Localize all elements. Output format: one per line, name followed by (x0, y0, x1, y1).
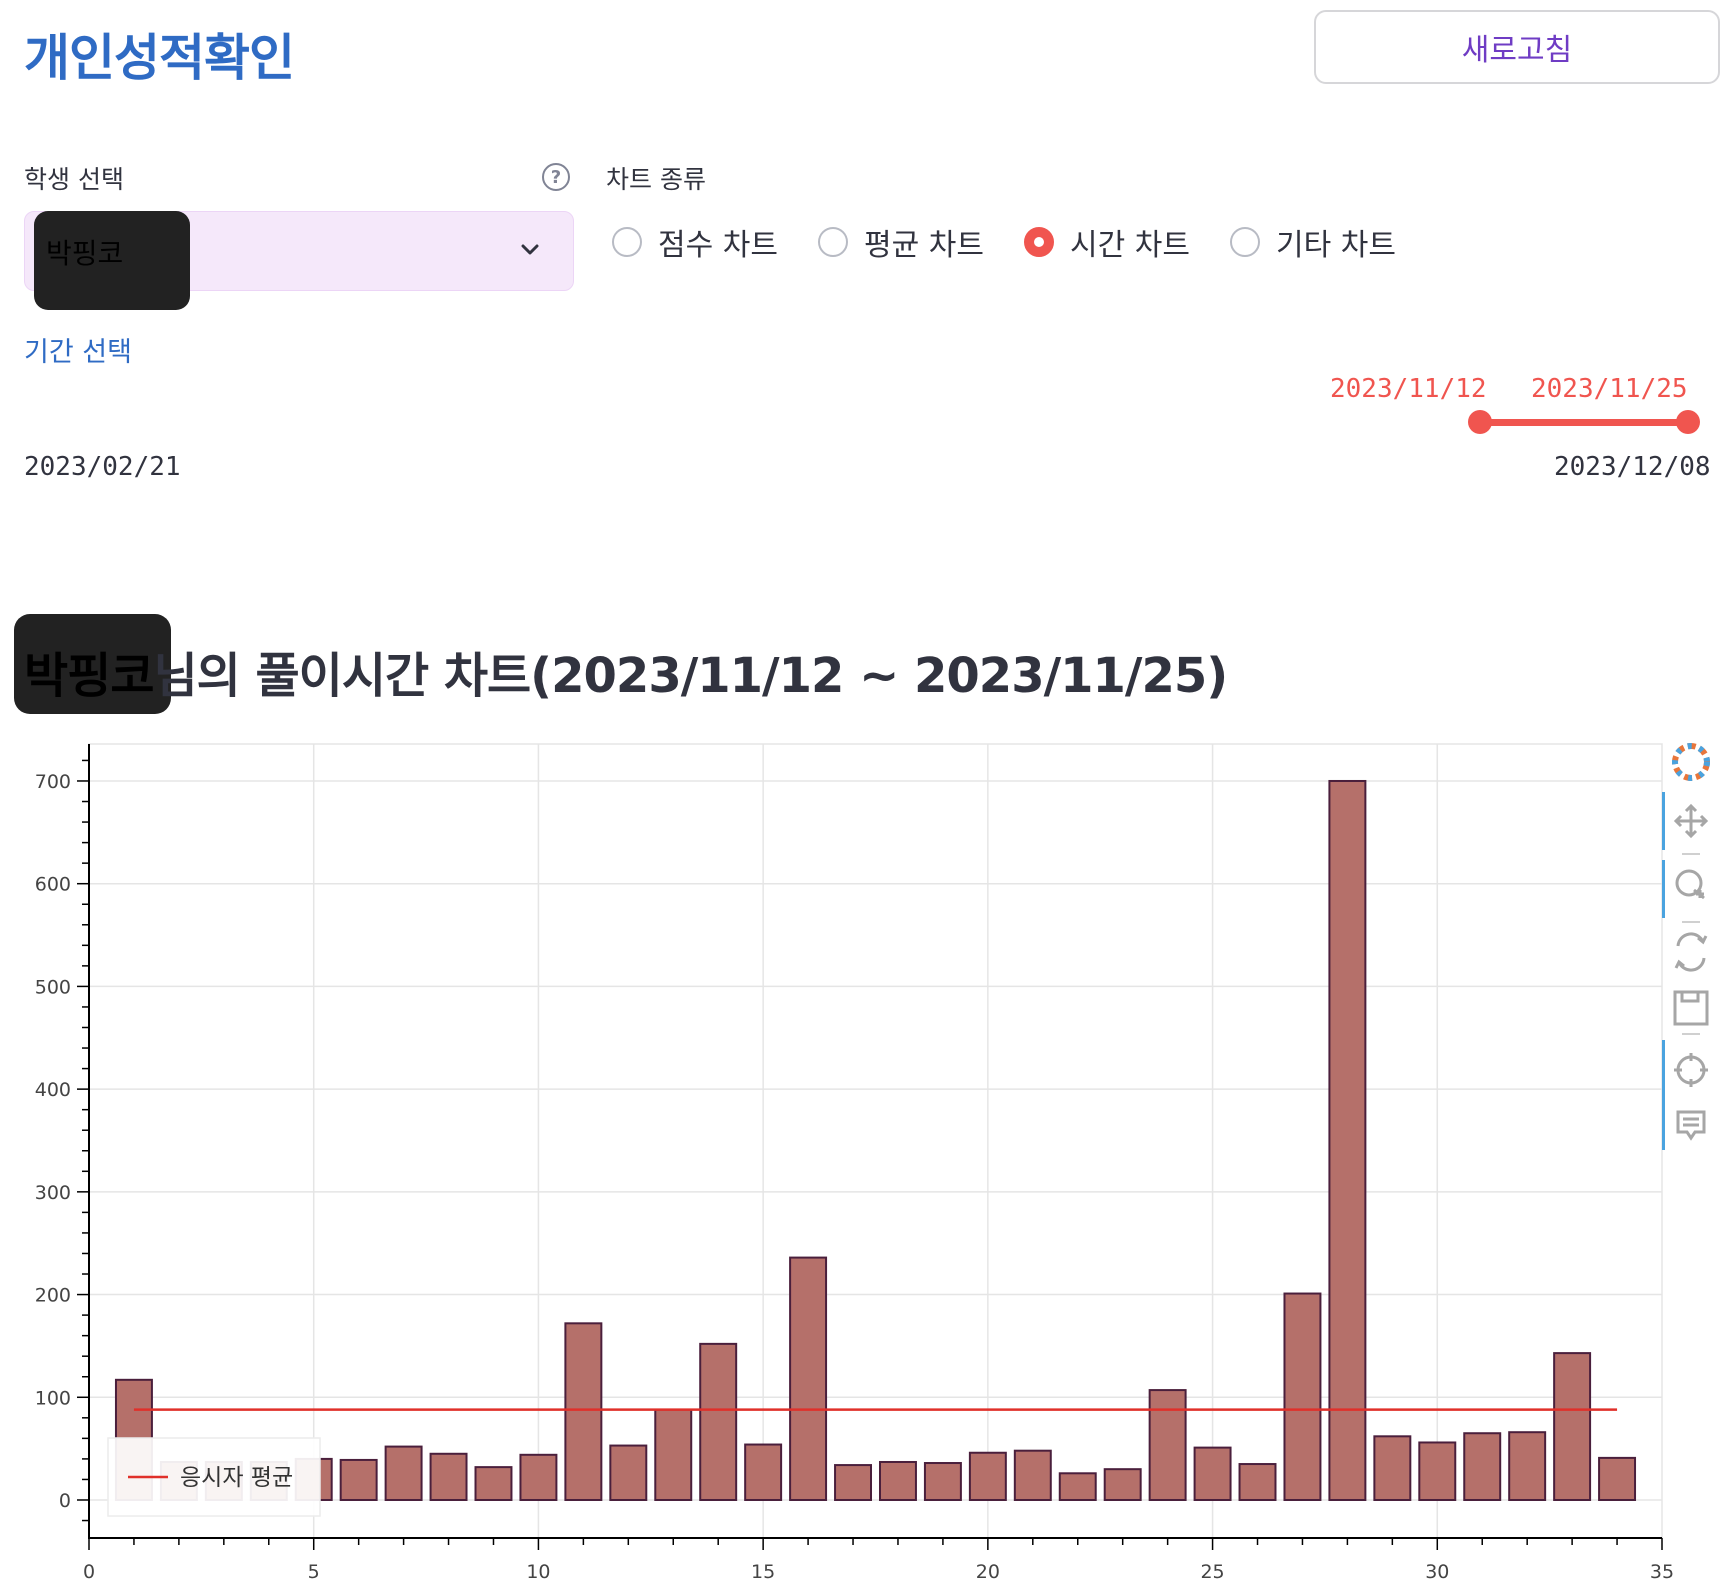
refresh-button[interactable]: 새로고침 (1314, 10, 1720, 84)
bar-11[interactable] (564, 1322, 603, 1501)
y-tick-label: 600 (35, 874, 71, 896)
radio-time-chart[interactable]: 시간 차트 (1024, 222, 1190, 263)
bar-24[interactable] (1148, 1389, 1187, 1501)
bar-21[interactable] (1013, 1449, 1052, 1501)
wheel-zoom-icon[interactable] (1675, 869, 1705, 900)
chart-toolbar (1662, 743, 1710, 1150)
bar-13[interactable] (654, 1408, 693, 1501)
radio-dot[interactable] (1230, 227, 1260, 257)
slider-start-handle[interactable] (1468, 410, 1492, 434)
chart-heading-text: 님의 풀이시간 차트(2023/11/12 ~ 2023/11/25) (153, 648, 1228, 704)
slider-end-handle[interactable] (1676, 410, 1700, 434)
bar-20[interactable] (968, 1451, 1007, 1501)
bar-8[interactable] (429, 1452, 468, 1501)
bar-15[interactable] (744, 1443, 783, 1501)
chart-type-label: 차트 종류 (606, 165, 706, 194)
period-select-label: 기간 선택 (24, 337, 132, 368)
legend-label: 응시자 평균 (180, 1465, 293, 1491)
hover-icon[interactable] (1676, 1110, 1706, 1141)
x-tick-label: 30 (1425, 1561, 1449, 1583)
chart-heading: 박핑코님의 풀이시간 차트(2023/11/12 ~ 2023/11/25) (24, 636, 1228, 706)
bar-33[interactable] (1553, 1352, 1592, 1501)
slider-max-date: 2023/12/08 (1554, 452, 1711, 482)
chart-heading-student: 박핑코 (24, 648, 154, 704)
radio-label: 점수 차트 (658, 228, 778, 263)
radio-other-chart[interactable]: 기타 차트 (1230, 222, 1396, 263)
radio-average-chart[interactable]: 평균 차트 (818, 222, 984, 263)
y-tick-label: 400 (35, 1079, 71, 1101)
bar-31[interactable] (1463, 1432, 1502, 1501)
crosshair-icon[interactable] (1674, 1053, 1708, 1087)
x-tick-label: 35 (1650, 1561, 1674, 1583)
bar-9[interactable] (474, 1466, 513, 1501)
bar-29[interactable] (1373, 1435, 1412, 1501)
x-tick-label: 25 (1200, 1561, 1224, 1583)
x-tick-label: 5 (308, 1561, 320, 1583)
reset-icon[interactable] (1674, 932, 1708, 972)
bar-6[interactable] (339, 1458, 378, 1501)
bar-17[interactable] (834, 1464, 873, 1501)
slider-end-value: 2023/11/25 (1531, 374, 1688, 404)
radio-score-chart[interactable]: 점수 차트 (612, 222, 778, 263)
bar-7[interactable] (384, 1445, 423, 1501)
page-title: 개인성적확인 (24, 29, 295, 87)
bar-34[interactable] (1598, 1456, 1637, 1501)
y-tick-label: 300 (35, 1182, 71, 1204)
bar-12[interactable] (609, 1444, 648, 1501)
date-range-slider-track[interactable] (1480, 419, 1688, 426)
bar-chart[interactable]: 0 5 10 15 20 25 30 35 0 100 200 300 400 500 600 700 응시자 … (0, 730, 1732, 1586)
help-icon[interactable]: ? (542, 163, 570, 191)
radio-dot-selected[interactable] (1024, 227, 1054, 257)
bar-16[interactable] (789, 1256, 828, 1501)
bar-25[interactable] (1193, 1446, 1232, 1501)
bokeh-logo-icon[interactable] (1672, 743, 1710, 781)
bar-32[interactable] (1508, 1431, 1547, 1501)
bar-23[interactable] (1103, 1468, 1142, 1501)
radio-dot[interactable] (612, 227, 642, 257)
bar-28[interactable] (1328, 779, 1367, 1501)
bar-27[interactable] (1283, 1292, 1322, 1501)
chevron-down-icon[interactable] (516, 236, 544, 264)
plot-frame (88, 743, 1663, 1539)
y-tick-label: 700 (35, 771, 71, 793)
y-tick-label: 100 (35, 1387, 71, 1409)
bar-14[interactable] (699, 1342, 738, 1501)
radio-label: 시간 차트 (1070, 228, 1190, 263)
x-tick-label: 10 (526, 1561, 550, 1583)
bar-18[interactable] (878, 1460, 917, 1501)
x-tick-label: 0 (83, 1561, 95, 1583)
bar-10[interactable] (519, 1453, 558, 1501)
y-tick-label: 200 (35, 1285, 71, 1307)
x-tick-label: 15 (751, 1561, 775, 1583)
pan-icon[interactable] (1673, 803, 1709, 839)
save-icon[interactable] (1673, 990, 1709, 1026)
bar-26[interactable] (1238, 1463, 1277, 1501)
slider-min-date: 2023/02/21 (24, 452, 181, 482)
radio-label: 평균 차트 (864, 228, 984, 263)
y-tick-label: 500 (35, 976, 71, 998)
y-tick-label: 0 (59, 1490, 71, 1512)
student-select-value: 박핑코 (46, 237, 124, 270)
bar-22[interactable] (1058, 1472, 1097, 1501)
radio-label: 기타 차트 (1276, 228, 1396, 263)
x-tick-label: 20 (976, 1561, 1000, 1583)
student-select-label: 학생 선택 (24, 165, 124, 194)
slider-start-value: 2023/11/12 (1330, 374, 1487, 404)
radio-dot[interactable] (818, 227, 848, 257)
bar-19[interactable] (923, 1462, 962, 1501)
bar-30[interactable] (1418, 1441, 1457, 1501)
